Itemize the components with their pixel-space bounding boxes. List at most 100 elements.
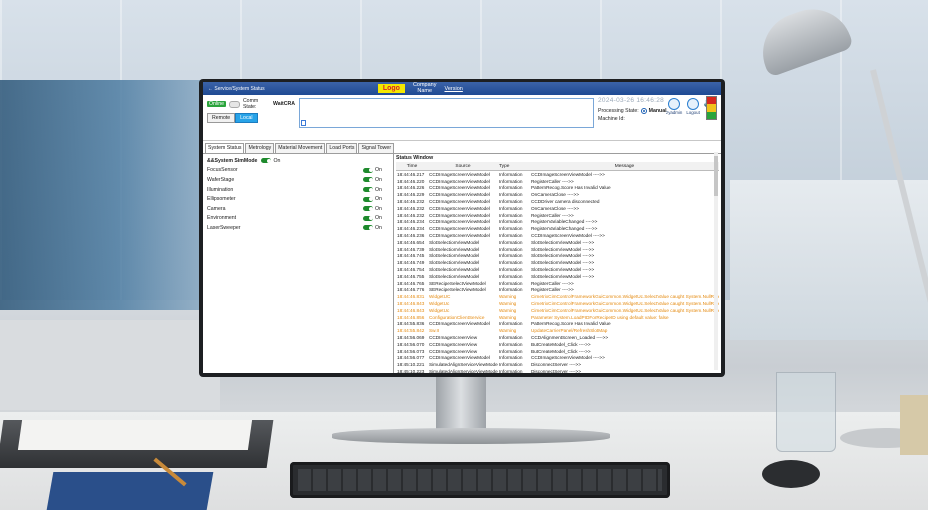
- background-shelf: [730, 180, 928, 340]
- setting-toggle[interactable]: [363, 225, 373, 231]
- tab-material-movement[interactable]: Material Movement: [275, 143, 326, 153]
- table-row[interactable]: 18:44:55.842 Sw.II Warning UpdateCarrierPan…: [396, 327, 719, 334]
- table-cell: Information: [499, 253, 523, 259]
- table-row[interactable]: 18:44:56.070 CCDImageScreenView Informatio…: [396, 341, 719, 348]
- tab-signal-tower[interactable]: Signal Tower: [358, 143, 395, 153]
- table-row[interactable]: 18:44:56.077 CCDImageScreenViewModel Infor…: [396, 355, 719, 362]
- table-cell: Information: [499, 341, 523, 347]
- table-cell: PatternRecog.Score Has Invalid Value: [531, 321, 611, 327]
- table-row[interactable]: 18:44:46.843 WidgetUc Warning CimetrixCimCo…: [396, 300, 719, 307]
- table-row[interactable]: 18:44:46.232 CCDImageScreenViewModel Infor…: [396, 212, 719, 219]
- version-link[interactable]: Version: [444, 86, 462, 92]
- window-title-text: Service/System Status: [214, 85, 265, 92]
- sim-mode-toggle[interactable]: [261, 158, 272, 164]
- table-row[interactable]: 18:44:56.069 CCDImageScreenView Informatio…: [396, 334, 719, 341]
- setting-toggle[interactable]: [363, 167, 373, 173]
- table-row[interactable]: 18:44:46.234 CCDImageScreenViewModel Infor…: [396, 219, 719, 226]
- manual-radio[interactable]: [640, 108, 647, 114]
- table-cell: 18:44:56.077: [397, 355, 425, 361]
- table-row[interactable]: 18:44:46.843 WidgetUc Warning CimetrixCimCo…: [396, 307, 719, 314]
- table-row[interactable]: 18:44:46.856 ConfigurationClientService Wa…: [396, 314, 719, 321]
- table-cell: 18:44:56.069: [397, 335, 425, 341]
- table-row[interactable]: 18:44:46.236 CCDImageScreenViewModel Infor…: [396, 232, 719, 239]
- table-row[interactable]: 18:44:46.745 SlotSelectionViewModel Inform…: [396, 253, 719, 260]
- setting-toggle[interactable]: [363, 187, 373, 193]
- table-row[interactable]: 18:44:56.073 CCDImageScreenView Informatio…: [396, 348, 719, 355]
- remote-button[interactable]: Remote: [207, 113, 236, 123]
- table-cell: WidgetUC: [429, 294, 451, 300]
- table-cell: ButCreateModel_Click ---->>: [531, 341, 591, 347]
- table-row[interactable]: 18:44:46.226 CCDImageScreenViewModel Infor…: [396, 185, 719, 192]
- table-row[interactable]: 18:44:55.836 CCDImageScreenViewModel Infor…: [396, 321, 719, 328]
- table-cell: SimulatedAlignServiceViewModel: [429, 362, 498, 368]
- table-cell: 18:44:46.745: [397, 253, 425, 259]
- setting-toggle[interactable]: [363, 215, 373, 221]
- table-cell: CCDDriver camera disconnected: [531, 199, 600, 205]
- table-cell: RegisterVariableChanged ---->>: [531, 219, 598, 225]
- window-title: ← Service/System Status: [208, 85, 265, 92]
- table-row[interactable]: 18:44:46.749 SlotSelectionViewModel Inform…: [396, 259, 719, 266]
- setting-toggle[interactable]: [363, 196, 373, 202]
- online-toggle[interactable]: [229, 100, 240, 108]
- table-row[interactable]: 18:44:46.831 WidgetUC Warning CimetrixCimCo…: [396, 293, 719, 300]
- table-row[interactable]: 18:44:46.776 SERecipeSelectViewModel Infor…: [396, 287, 719, 294]
- table-row[interactable]: 18:44:46.739 SlotSelectionViewModel Inform…: [396, 246, 719, 253]
- table-row[interactable]: 18:44:46.234 CCDImageScreenViewModel Infor…: [396, 225, 719, 232]
- column-header[interactable]: Time: [396, 162, 428, 171]
- user-button[interactable]: zyadmin: [666, 98, 682, 115]
- setting-state: On: [375, 167, 382, 174]
- table-cell: SlotSelectionViewModel: [429, 253, 480, 259]
- table-row[interactable]: 18:44:46.765 SERecipeSelectViewModel Infor…: [396, 280, 719, 287]
- table-cell: SlotSelectionViewModel ---->>: [531, 273, 595, 279]
- table-row[interactable]: 18:44:46.229 CCDImageScreenViewModel Infor…: [396, 191, 719, 198]
- table-row[interactable]: 18:44:46.217 CCDImageScreenViewModel Infor…: [396, 171, 719, 178]
- column-header[interactable]: Message: [530, 162, 719, 171]
- table-cell: 18:44:46.229: [397, 192, 425, 198]
- logout-button[interactable]: Logout: [686, 98, 700, 115]
- stack-light: [706, 96, 717, 120]
- globe-icon: [687, 98, 700, 110]
- table-cell: Information: [499, 185, 523, 191]
- background-desk: [0, 320, 220, 410]
- table-cell: Information: [499, 199, 523, 205]
- message-box[interactable]: [299, 98, 594, 128]
- table-row[interactable]: 18:45:10.221 SimulatedAlignServiceViewMod…: [396, 361, 719, 368]
- setting-toggle[interactable]: [363, 177, 373, 183]
- table-row[interactable]: 18:44:46.232 CCDImageScreenViewModel Infor…: [396, 198, 719, 205]
- table-row[interactable]: 18:44:46.232 CCDImageScreenViewModel Infor…: [396, 205, 719, 212]
- local-button[interactable]: Local: [235, 113, 258, 123]
- tab-metrology[interactable]: Metrology: [245, 143, 275, 153]
- table-cell: Information: [499, 267, 523, 273]
- table-cell: SlotSelectionViewModel: [429, 239, 480, 245]
- user-icon: [668, 98, 681, 110]
- table-row[interactable]: 18:44:46.755 SlotSelectionViewModel Inform…: [396, 273, 719, 280]
- table-cell: SlotSelectionViewModel: [429, 260, 480, 266]
- column-header[interactable]: Type: [498, 162, 530, 171]
- table-cell: Information: [499, 171, 523, 177]
- setting-row: Environment On: [207, 214, 389, 224]
- column-header[interactable]: Source: [428, 162, 498, 171]
- table-cell: CCDAlignmentScreen_Loaded ---->>: [531, 335, 609, 341]
- table-cell: Information: [499, 321, 523, 327]
- document-paper: [17, 420, 253, 450]
- table-row[interactable]: 18:44:46.654 SlotSelectionViewModel Inform…: [396, 239, 719, 246]
- stack-light-yellow: [707, 104, 716, 112]
- setting-row: FocusSensor On: [207, 166, 389, 176]
- table-cell: Information: [499, 233, 523, 239]
- table-row[interactable]: 18:44:46.754 SlotSelectionViewModel Inform…: [396, 266, 719, 273]
- book: [900, 395, 928, 455]
- table-row[interactable]: 18:45:10.223 SimulatedAlignServiceViewMod…: [396, 368, 719, 373]
- table-cell: CCDImageScreenViewModel ---->>: [531, 233, 605, 239]
- log-scrollbar[interactable]: [714, 152, 718, 370]
- table-cell: 18:44:46.226: [397, 185, 425, 191]
- table-row[interactable]: 18:44:46.220 CCDImageScreenViewModel Infor…: [396, 178, 719, 185]
- status-window-title: Status Window: [396, 155, 434, 161]
- tab-system-status[interactable]: System Status: [205, 143, 245, 153]
- tab-load-ports[interactable]: Load Ports: [326, 143, 358, 153]
- setting-row: LaserSweeper On: [207, 223, 389, 233]
- table-cell: 18:44:46.765: [397, 280, 425, 286]
- table-cell: Warning: [499, 307, 517, 313]
- setting-toggle[interactable]: [363, 206, 373, 212]
- table-cell: Information: [499, 246, 523, 252]
- table-cell: Information: [499, 212, 523, 218]
